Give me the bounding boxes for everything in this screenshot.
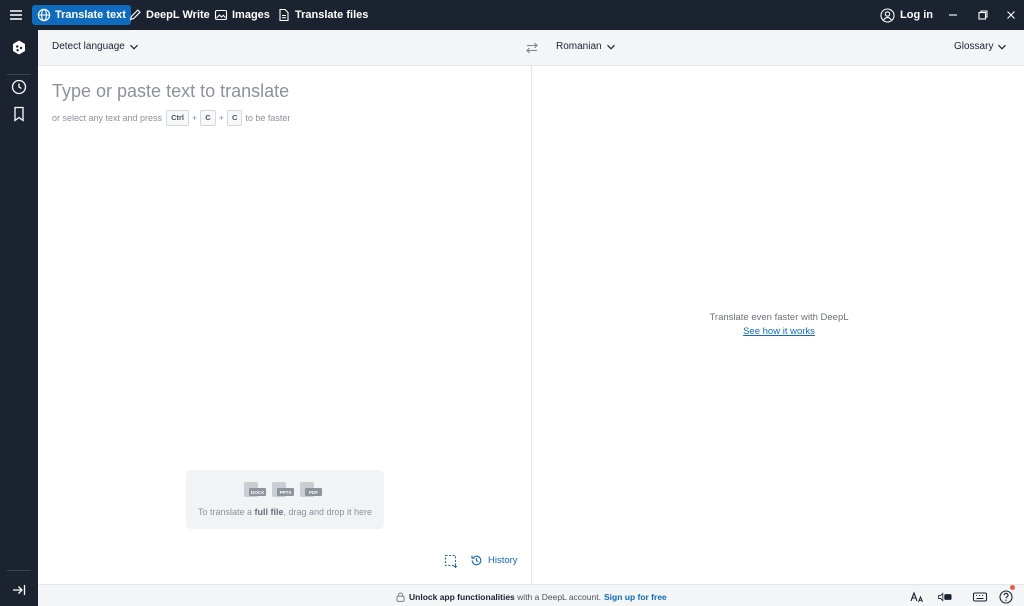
keyboard-icon[interactable] (972, 589, 988, 605)
hamburger-menu-icon[interactable] (6, 5, 26, 25)
lock-icon (396, 592, 405, 602)
login-button[interactable]: Log in (880, 5, 933, 25)
file-drop-zone[interactable]: DOCX PPTX PDF To translate a full file, … (186, 470, 384, 529)
file-type-label: DOCX (249, 488, 266, 496)
notification-dot (1010, 585, 1015, 590)
image-icon (214, 9, 228, 21)
language-bar: Detect language Romanian Glossary (38, 30, 1024, 66)
glossary-label: Glossary (954, 41, 994, 52)
tab-images[interactable]: Images (209, 5, 275, 25)
restore-icon[interactable] (975, 7, 991, 23)
key-separator: + (218, 112, 224, 123)
tab-label: Images (232, 9, 270, 21)
select-area-icon[interactable] (444, 554, 458, 568)
pen-icon (129, 9, 141, 21)
account-promo: Unlock app functionalities with a DeepL … (396, 592, 667, 602)
see-how-it-works-link[interactable]: See how it works (680, 326, 878, 337)
key-ctrl: Ctrl (166, 110, 189, 126)
drop-zone-text: To translate a full file, drag and drop … (197, 507, 373, 517)
help-icon[interactable] (998, 589, 1014, 605)
chevron-down-icon (129, 44, 138, 50)
pdf-file-icon: PDF (300, 482, 322, 499)
sidebar-divider (7, 570, 31, 571)
drop-zone-bold: full file (254, 507, 284, 517)
globe-icon (37, 8, 51, 22)
deepl-logo-icon[interactable] (9, 38, 29, 58)
swap-languages-icon[interactable] (524, 40, 540, 56)
file-icon (279, 8, 289, 22)
text-size-icon[interactable] (909, 589, 925, 605)
title-bar: Translate text DeepL Write Images Transl… (0, 0, 1024, 30)
source-text-input[interactable]: Type or paste text to translate (52, 81, 289, 102)
bookmark-icon[interactable] (9, 104, 29, 124)
history-icon (471, 555, 482, 566)
user-circle-icon (880, 7, 895, 23)
source-language-label: Detect language (52, 41, 125, 52)
unlock-text: Unlock app functionalities (409, 592, 515, 602)
tab-label: DeepL Write (146, 9, 210, 21)
pptx-file-icon: PPTX (272, 482, 294, 499)
sign-up-link[interactable]: Sign up for free (604, 592, 667, 602)
tab-label: Translate text (55, 9, 126, 21)
key-c: C (226, 110, 243, 126)
promo-block: Translate even faster with DeepL See how… (680, 312, 878, 337)
hint-prefix: or select any text and press (52, 112, 163, 123)
glossary-button[interactable]: Glossary (954, 41, 1007, 52)
tab-label: Translate files (295, 9, 369, 21)
history-label: History (488, 555, 518, 566)
target-language-label: Romanian (556, 41, 602, 52)
clock-icon[interactable] (9, 77, 29, 97)
chevron-down-icon (606, 44, 615, 50)
file-type-label: PDF (305, 488, 322, 496)
target-language-select[interactable]: Romanian (556, 41, 616, 52)
source-language-select[interactable]: Detect language (52, 41, 139, 52)
minimize-icon[interactable] (945, 7, 961, 23)
sidebar (0, 30, 38, 606)
history-button[interactable]: History (470, 554, 518, 567)
key-c: C (200, 110, 216, 126)
sidebar-divider (7, 74, 31, 75)
docx-file-icon: DOCX (244, 482, 266, 499)
tab-translate-files[interactable]: Translate files (272, 5, 373, 25)
tab-translate-text[interactable]: Translate text (32, 5, 131, 25)
footer-text: with a DeepL account. (517, 592, 601, 602)
promo-text: Translate even faster with DeepL (709, 312, 849, 323)
speaker-tts-icon[interactable] (937, 589, 953, 605)
close-icon[interactable] (1003, 7, 1019, 23)
panel-divider (531, 66, 532, 584)
tab-deepl-write[interactable]: DeepL Write (123, 5, 215, 25)
footer-bar: Unlock app functionalities with a DeepL … (38, 584, 1024, 606)
login-label: Log in (900, 9, 933, 21)
file-type-label: PPTX (277, 488, 294, 496)
chevron-down-icon (998, 44, 1007, 50)
key-separator: + (191, 112, 198, 123)
shortcut-hint: or select any text and press Ctrl + C + … (52, 110, 290, 126)
hint-suffix: to be faster (245, 112, 291, 123)
collapse-sidebar-icon[interactable] (9, 580, 29, 600)
